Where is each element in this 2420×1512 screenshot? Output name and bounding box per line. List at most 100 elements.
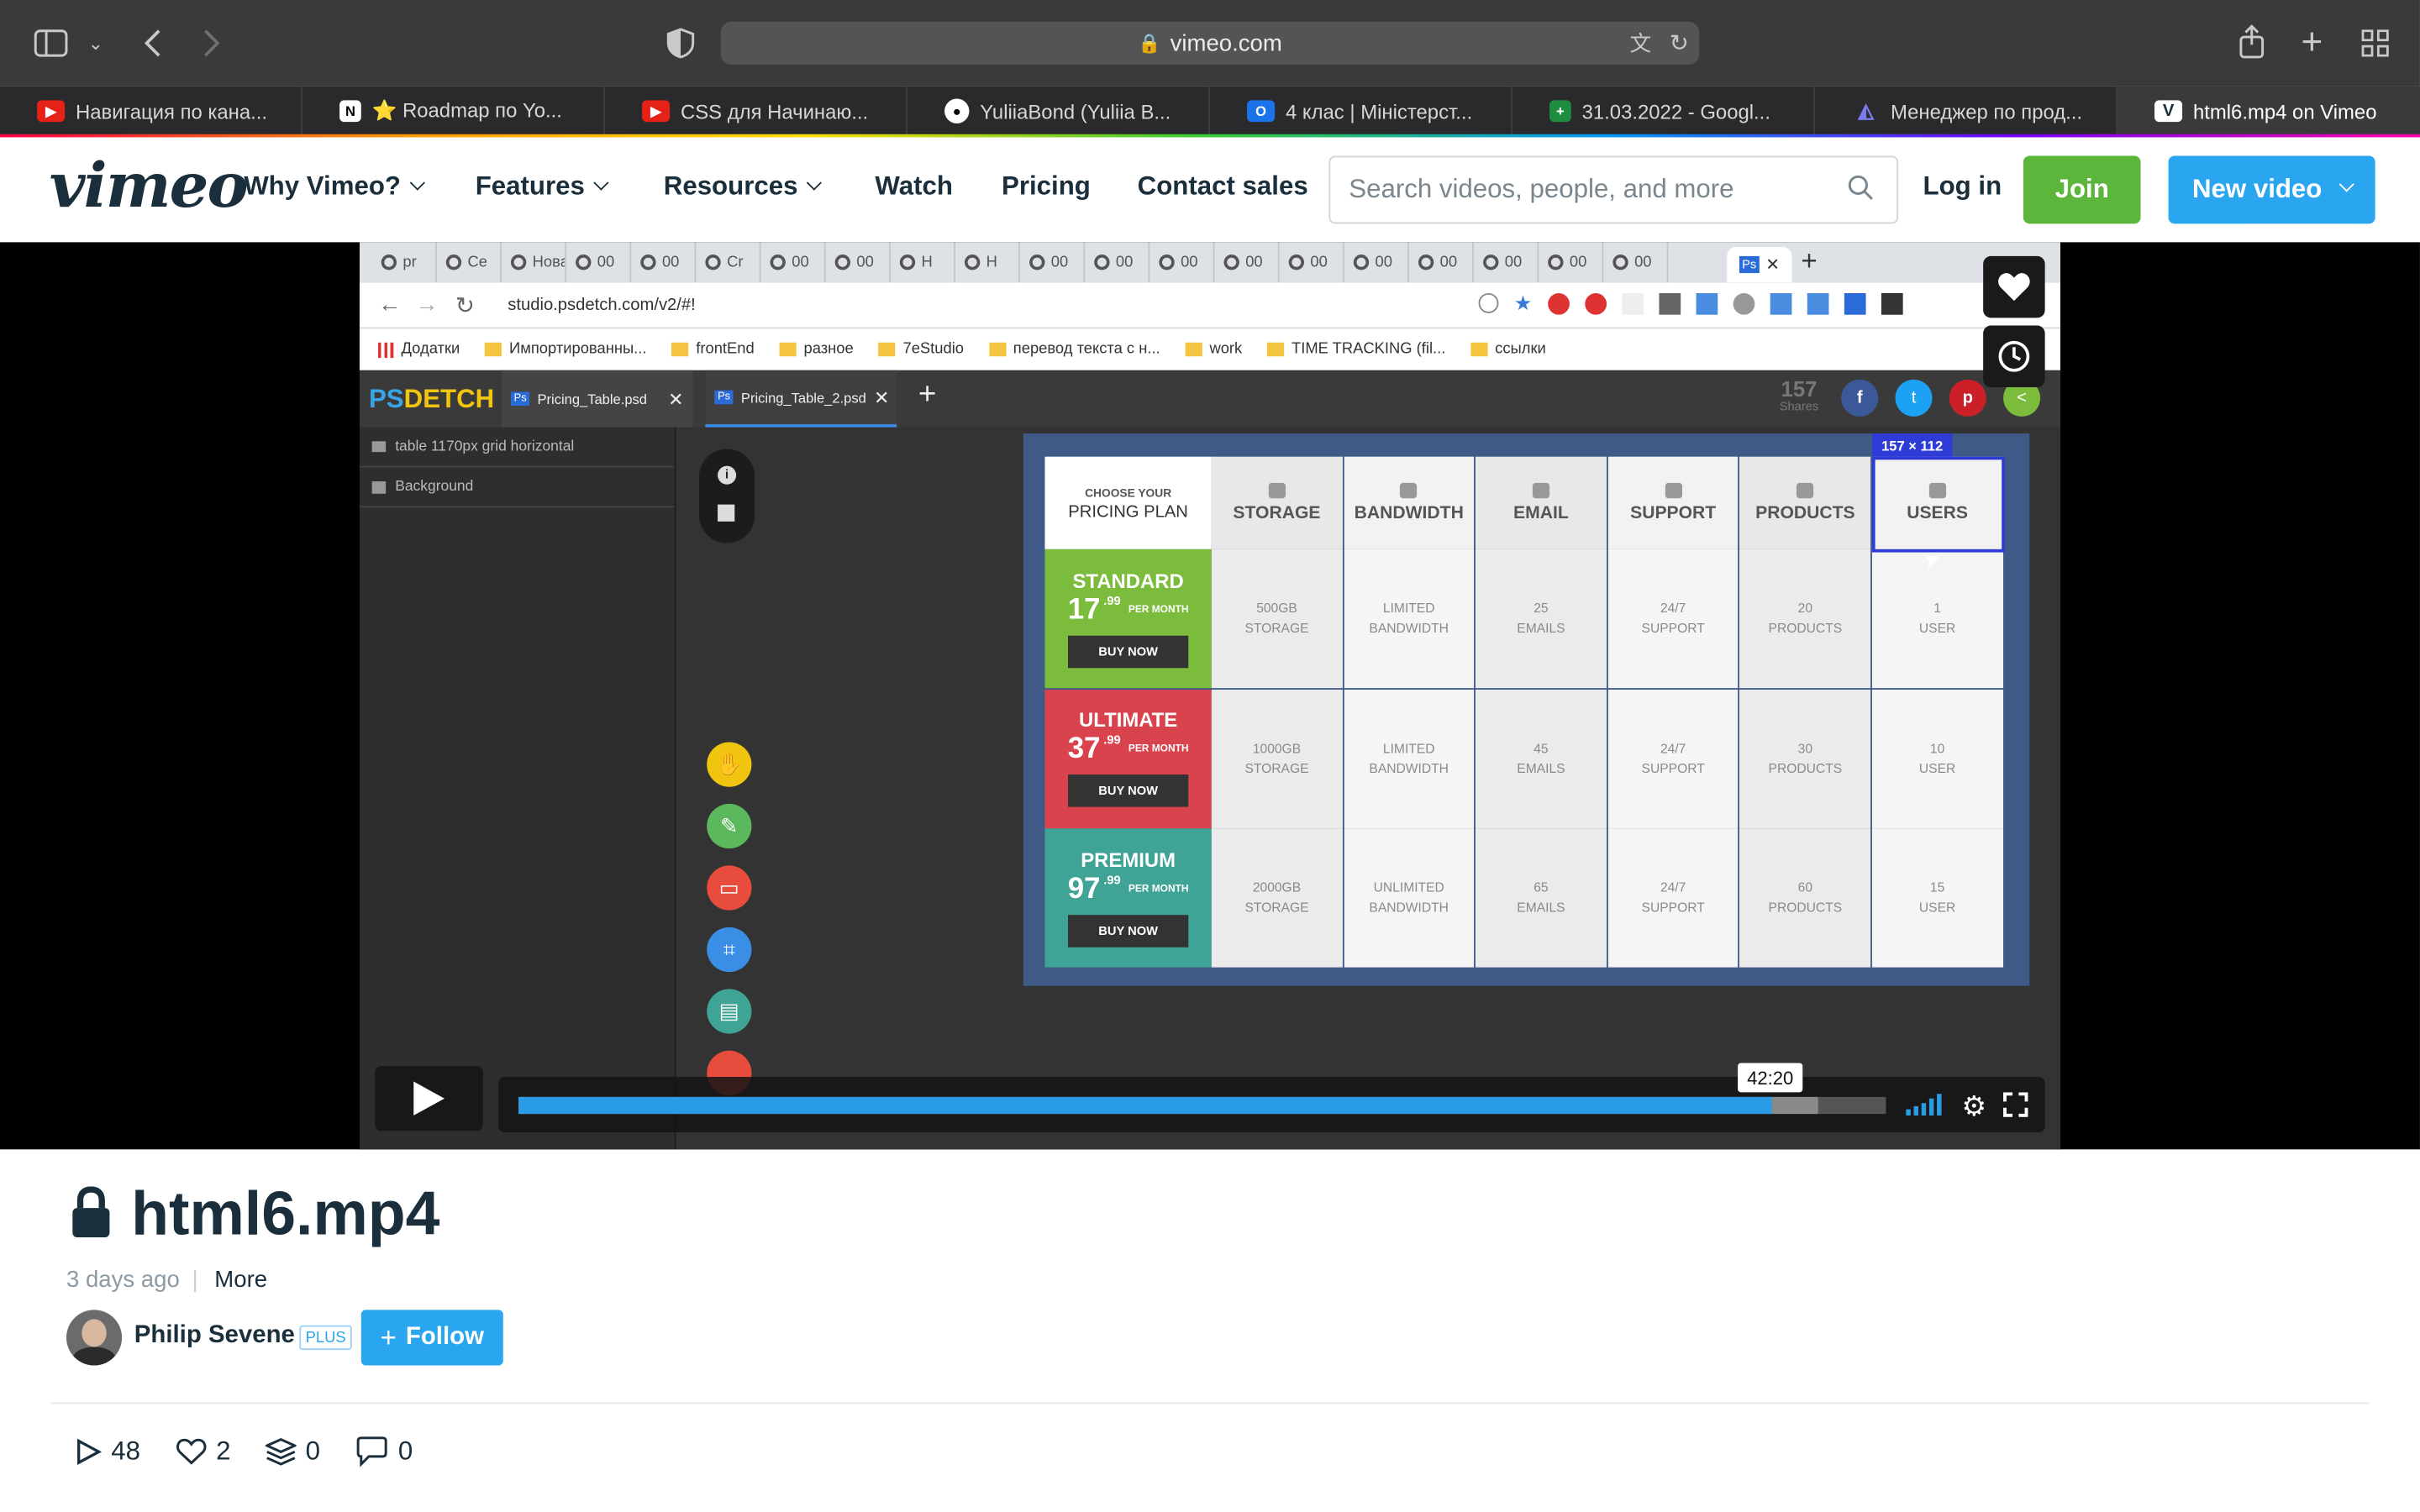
address-bar[interactable]: 🔒 vimeo.com [720,21,1700,66]
browser-tab[interactable]: N ⭐ Roadmap по Yo... [302,86,605,136]
back-icon[interactable] [136,24,170,61]
folder-icon [371,441,387,453]
tab-label: 4 клас | Міністерст... [1285,99,1473,123]
info-icon: i [718,465,737,485]
layers-icon [265,1438,297,1466]
star-icon: ★ [1513,291,1533,315]
avatar[interactable] [66,1310,123,1366]
more-link[interactable]: More [214,1267,267,1293]
search-icon[interactable] [1848,175,1876,210]
vimeo-logo[interactable]: vimeo [50,150,249,222]
bookmark-item: разное [779,341,854,358]
volume-icon[interactable] [1906,1094,1942,1116]
tab-favicon-icon [1159,255,1175,270]
play-button[interactable] [375,1066,483,1131]
bookmark-item: frontEnd [671,341,755,358]
nav-watch[interactable]: Watch [875,171,953,202]
tab-label: Навигация по кана... [75,99,268,123]
column-label: EMAIL [1513,503,1569,522]
buy-now-button: BUY NOW [1067,914,1189,947]
tab-overview-icon[interactable] [2358,26,2391,60]
heart-icon [1998,273,2030,302]
browser-tab[interactable]: +31.03.2022 - Googl... [1512,86,1815,136]
watch-later-button[interactable] [1983,325,2045,388]
close-icon: ✕ [874,386,890,408]
extension-icon [1658,292,1681,315]
plan-feature-cell: 45 EMAILS [1476,689,1607,828]
nav-pricing[interactable]: Pricing [1002,171,1091,202]
inner-tab-label: 00 [792,254,809,271]
close-icon: ✕ [668,387,684,410]
extension-icon [1770,292,1791,315]
tab-favicon-icon [576,255,592,270]
search-input[interactable]: Search videos, people, and more [1328,155,1899,224]
zoom-icon [1478,292,1499,313]
browser-tab-active[interactable]: Vhtml6.mp4 on Vimeo [2117,86,2420,136]
logo-part: DETCH [403,384,495,414]
notion-icon: N [339,100,361,123]
share-icon[interactable] [2235,24,2269,60]
like-button[interactable] [1983,255,2045,318]
inner-addressbar: ← → ↻ studio.psdetch.com/v2/#! ★ [359,282,2060,329]
nav-features[interactable]: Features [476,171,609,202]
plan-feature-cell: 1000GB STORAGE [1211,689,1343,828]
tab-favicon-icon [381,255,397,270]
bookmark-label: frontEnd [696,340,755,359]
follow-button[interactable]: + Follow [360,1310,503,1366]
new-video-label: New video [2191,174,2323,204]
owner-name[interactable]: Philip Sevene [134,1322,295,1350]
tab-label: Менеджер по прод... [1890,99,2083,123]
info-toolbar: i [699,449,755,543]
price-dollars: 17 [1067,593,1101,626]
feature-unit: EMAILS [1517,899,1565,916]
feature-unit: SUPPORT [1641,759,1705,775]
nav-why-vimeo[interactable]: Why Vimeo? [244,171,425,202]
tab-favicon-icon [899,255,916,270]
new-video-button[interactable]: New video [2168,155,2375,224]
browser-tab[interactable]: O 4 клас | Міністерст... [1210,86,1512,136]
plan-name: ULTIMATE [1079,708,1178,732]
settings-gear-icon[interactable]: ⚙ [1961,1091,1986,1124]
reload-icon[interactable]: ↻ [1664,28,1695,59]
extension-icon [1732,292,1754,315]
join-button[interactable]: Join [2023,155,2141,224]
inner-tab-label: 00 [1439,254,1458,271]
feature-value: 500GB [1256,600,1297,616]
nav-contact-sales[interactable]: Contact sales [1138,171,1308,202]
inner-tab: 00 [1603,242,1669,283]
feature-unit: BANDWIDTH [1369,759,1449,775]
new-tab-icon[interactable]: + [2295,22,2328,64]
comments-stat[interactable]: 0 [355,1436,413,1467]
plan-cell: STANDARD 17.99 PER MONTH BUY NOW [1044,549,1212,689]
folder-icon [878,342,896,357]
plan-feature-cell: 10 USER [1871,689,2003,828]
bookmark-item: TIME TRACKING (fil... [1266,341,1445,358]
feature-unit: PRODUCTS [1768,899,1843,916]
plan-name: PREMIUM [1081,848,1176,871]
progress-bar[interactable] [518,1096,1771,1115]
plan-cell: ULTIMATE 37.99 PER MONTH BUY NOW [1044,689,1212,828]
forward-icon[interactable] [194,24,228,61]
tab-favicon-icon [770,255,786,270]
ps-icon: Ps [510,391,530,407]
plan-feature-cell: 500GB STORAGE [1211,549,1343,689]
collections-stat[interactable]: 0 [265,1436,320,1467]
bookmark-label: разное [803,340,854,359]
browser-tab[interactable]: ◭ Менеджер по прод... [1815,86,2118,136]
translate-icon[interactable]: 文 [1623,28,1657,59]
login-link[interactable]: Log in [1923,171,2002,202]
nav-resources[interactable]: Resources [664,171,822,202]
chevron-down-icon[interactable]: ⌄ [85,28,107,59]
likes-stat[interactable]: 2 [176,1436,231,1467]
sidebar-toggle-icon[interactable] [31,24,71,61]
browser-tab[interactable]: ▶ CSS для Начинаю... [605,86,908,136]
browser-tab[interactable]: ● YuliiaBond (Yuliia B... [908,86,1210,136]
privacy-shield-icon[interactable] [664,26,697,60]
browser-tab[interactable]: ▶ Навигация по кана... [0,86,302,136]
fullscreen-icon[interactable] [2002,1092,2028,1125]
feature-unit: SUPPORT [1641,620,1705,636]
follow-label: Follow [405,1323,484,1351]
feature-unit: USER [1918,620,1956,636]
feature-value: 30 [1797,739,1813,756]
inner-tab: 00 [1344,242,1409,283]
